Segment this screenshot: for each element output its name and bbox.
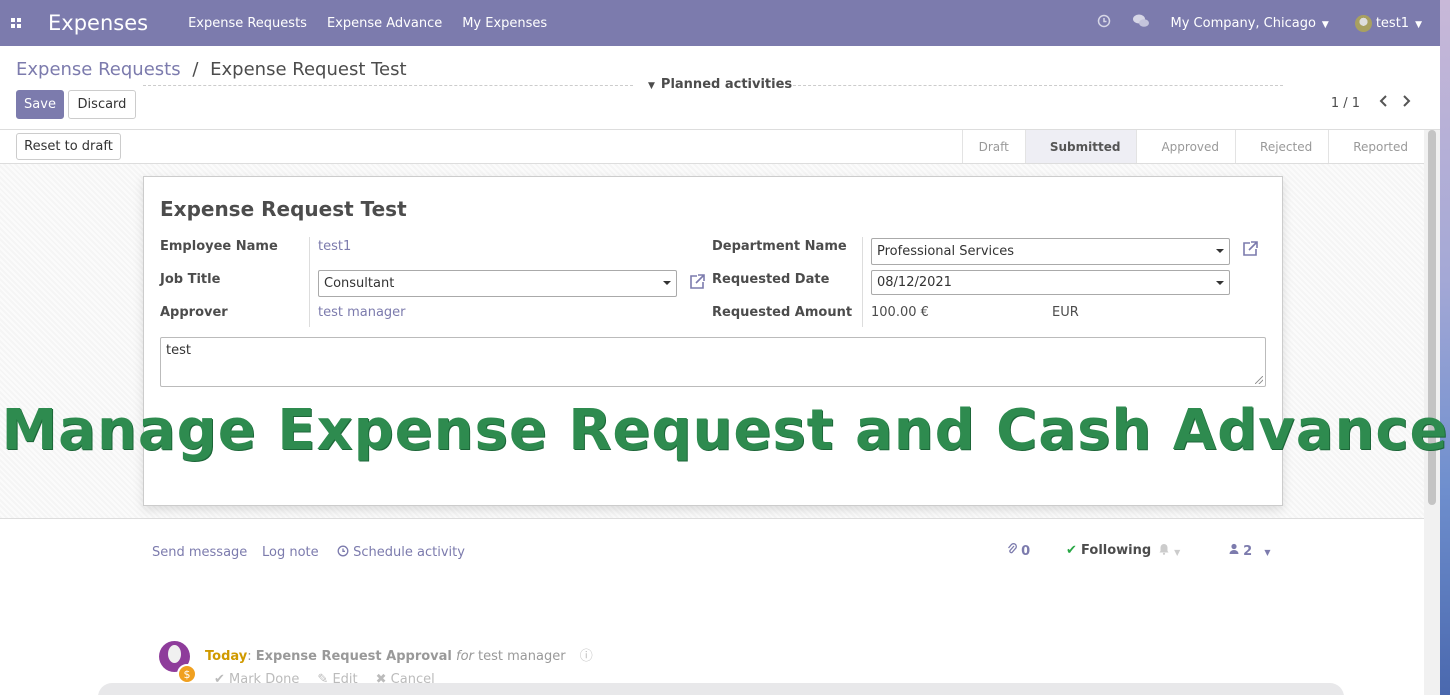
employee-name-label: Employee Name [160, 239, 278, 254]
bell-icon [1159, 544, 1169, 555]
requested-date-field[interactable]: 08/12/2021 [871, 270, 1230, 295]
activity-due: Today [205, 649, 248, 664]
dropdown-arrow-icon [663, 281, 671, 285]
schedule-activity-button[interactable]: Schedule activity [337, 545, 465, 560]
log-note-button[interactable]: Log note [262, 545, 319, 560]
followers-count: 2 [1243, 544, 1253, 559]
requested-date-value: 08/12/2021 [877, 275, 952, 290]
paperclip-icon [1008, 543, 1017, 554]
currency-value[interactable]: EUR [1052, 305, 1079, 320]
chevron-down-icon: ▼ [1264, 548, 1271, 557]
job-title-label: Job Title [160, 272, 221, 287]
menu-item-expense-advance[interactable]: Expense Advance [327, 16, 442, 31]
navbar-right: My Company, Chicago ▼ test1 ▼ [1097, 14, 1422, 32]
resize-handle-icon[interactable] [1255, 376, 1263, 384]
external-link-icon[interactable] [1241, 240, 1259, 258]
scrollbar[interactable] [1428, 130, 1436, 505]
pager-arrows [1378, 93, 1412, 112]
attachments-button[interactable]: 0 [1007, 543, 1030, 559]
reset-to-draft-button[interactable]: Reset to draft [16, 133, 121, 160]
stage-draft[interactable]: Draft [961, 130, 1025, 163]
planned-activities-header[interactable]: ▼ Planned activities [143, 77, 1283, 93]
dropdown-arrow-icon [1216, 249, 1224, 253]
pager-value[interactable]: 1 / 1 [1331, 96, 1360, 111]
clock-icon [337, 545, 349, 557]
external-link-icon[interactable] [688, 273, 706, 291]
desktop-background-strip [1440, 0, 1450, 695]
department-value: Professional Services [877, 244, 1015, 259]
menu-item-my-expenses[interactable]: My Expenses [462, 16, 547, 31]
department-select[interactable]: Professional Services [871, 238, 1230, 265]
followers-button[interactable]: 2 ▼ [1229, 543, 1270, 559]
send-message-button[interactable]: Send message [152, 545, 247, 560]
dollar-icon: $ [177, 664, 197, 684]
stage-bar: Draft Submitted Approved Rejected Report… [961, 130, 1424, 163]
following-label: Following [1081, 543, 1152, 558]
top-navbar: Expenses Expense Requests Expense Advanc… [0, 0, 1440, 46]
employee-name-value[interactable]: test1 [318, 239, 351, 254]
check-icon: ✔ [1066, 543, 1077, 558]
notes-textarea[interactable]: test [160, 337, 1266, 387]
schedule-activity-label: Schedule activity [353, 545, 465, 560]
column-divider [309, 237, 310, 327]
main-menu: Expense Requests Expense Advance My Expe… [188, 16, 547, 31]
activity-for: for [456, 649, 474, 664]
approver-label: Approver [160, 305, 228, 320]
requested-amount-value[interactable]: 100.00 € [871, 305, 929, 320]
column-divider [862, 237, 863, 327]
chevron-down-icon: ▼ [1415, 19, 1422, 30]
chevron-left-icon[interactable] [1378, 93, 1388, 112]
chevron-right-icon[interactable] [1402, 93, 1412, 112]
dropdown-arrow-icon [1216, 281, 1224, 285]
company-switcher[interactable]: My Company, Chicago ▼ [1171, 16, 1329, 31]
user-name: test1 [1375, 15, 1410, 31]
activity-item: Today: Expense Request Approval for test… [205, 649, 593, 664]
apps-menu-icon[interactable] [0, 0, 32, 46]
statusbar: Reset to draft Draft Submitted Approved … [0, 130, 1424, 164]
divider [793, 85, 1283, 86]
menu-item-expense-requests[interactable]: Expense Requests [188, 16, 307, 31]
chevron-down-icon: ▼ [1321, 19, 1329, 30]
company-name: My Company, Chicago [1170, 15, 1316, 31]
user-icon [1229, 543, 1239, 554]
divider [143, 85, 633, 86]
planned-activities-text: Planned activities [660, 77, 793, 92]
stage-submitted[interactable]: Submitted [1024, 130, 1137, 163]
requested-date-label: Requested Date [712, 272, 830, 287]
chevron-down-icon: ▼ [1174, 548, 1181, 557]
avatar [1354, 14, 1372, 32]
discard-button[interactable]: Discard [68, 90, 136, 119]
stage-reported[interactable]: Reported [1328, 130, 1424, 163]
chatter: Send message Log note Schedule activity … [0, 519, 1424, 695]
requested-amount-label: Requested Amount [712, 305, 853, 320]
notes-value: test [166, 343, 191, 358]
clock-icon[interactable] [1097, 14, 1111, 32]
attachments-count: 0 [1021, 544, 1031, 559]
app-brand[interactable]: Expenses [48, 11, 148, 35]
following-button[interactable]: ✔ Following [1066, 543, 1151, 558]
stage-approved[interactable]: Approved [1136, 130, 1235, 163]
caret-down-icon: ▼ [648, 81, 655, 91]
info-icon[interactable]: ⓘ [580, 649, 593, 664]
activity-assignee: test manager [478, 649, 566, 664]
planned-activities-label: ▼ Planned activities [648, 77, 792, 92]
save-button[interactable]: Save [16, 90, 64, 119]
stage-rejected[interactable]: Rejected [1235, 130, 1328, 163]
job-title-value: Consultant [324, 276, 395, 291]
job-title-select[interactable]: Consultant [318, 270, 677, 297]
form-title: Expense Request Test [160, 197, 407, 221]
user-menu[interactable]: test1 ▼ [1354, 14, 1422, 32]
form-sheet: Expense Request Test Employee Name test1… [143, 176, 1283, 506]
chat-icon[interactable] [1132, 14, 1149, 32]
bottom-dock [98, 683, 1344, 695]
approver-value[interactable]: test manager [318, 305, 406, 320]
department-name-label: Department Name [712, 239, 847, 254]
notification-bell-button[interactable]: ▼ [1158, 543, 1180, 559]
activity-type: Expense Request Approval [255, 649, 452, 664]
